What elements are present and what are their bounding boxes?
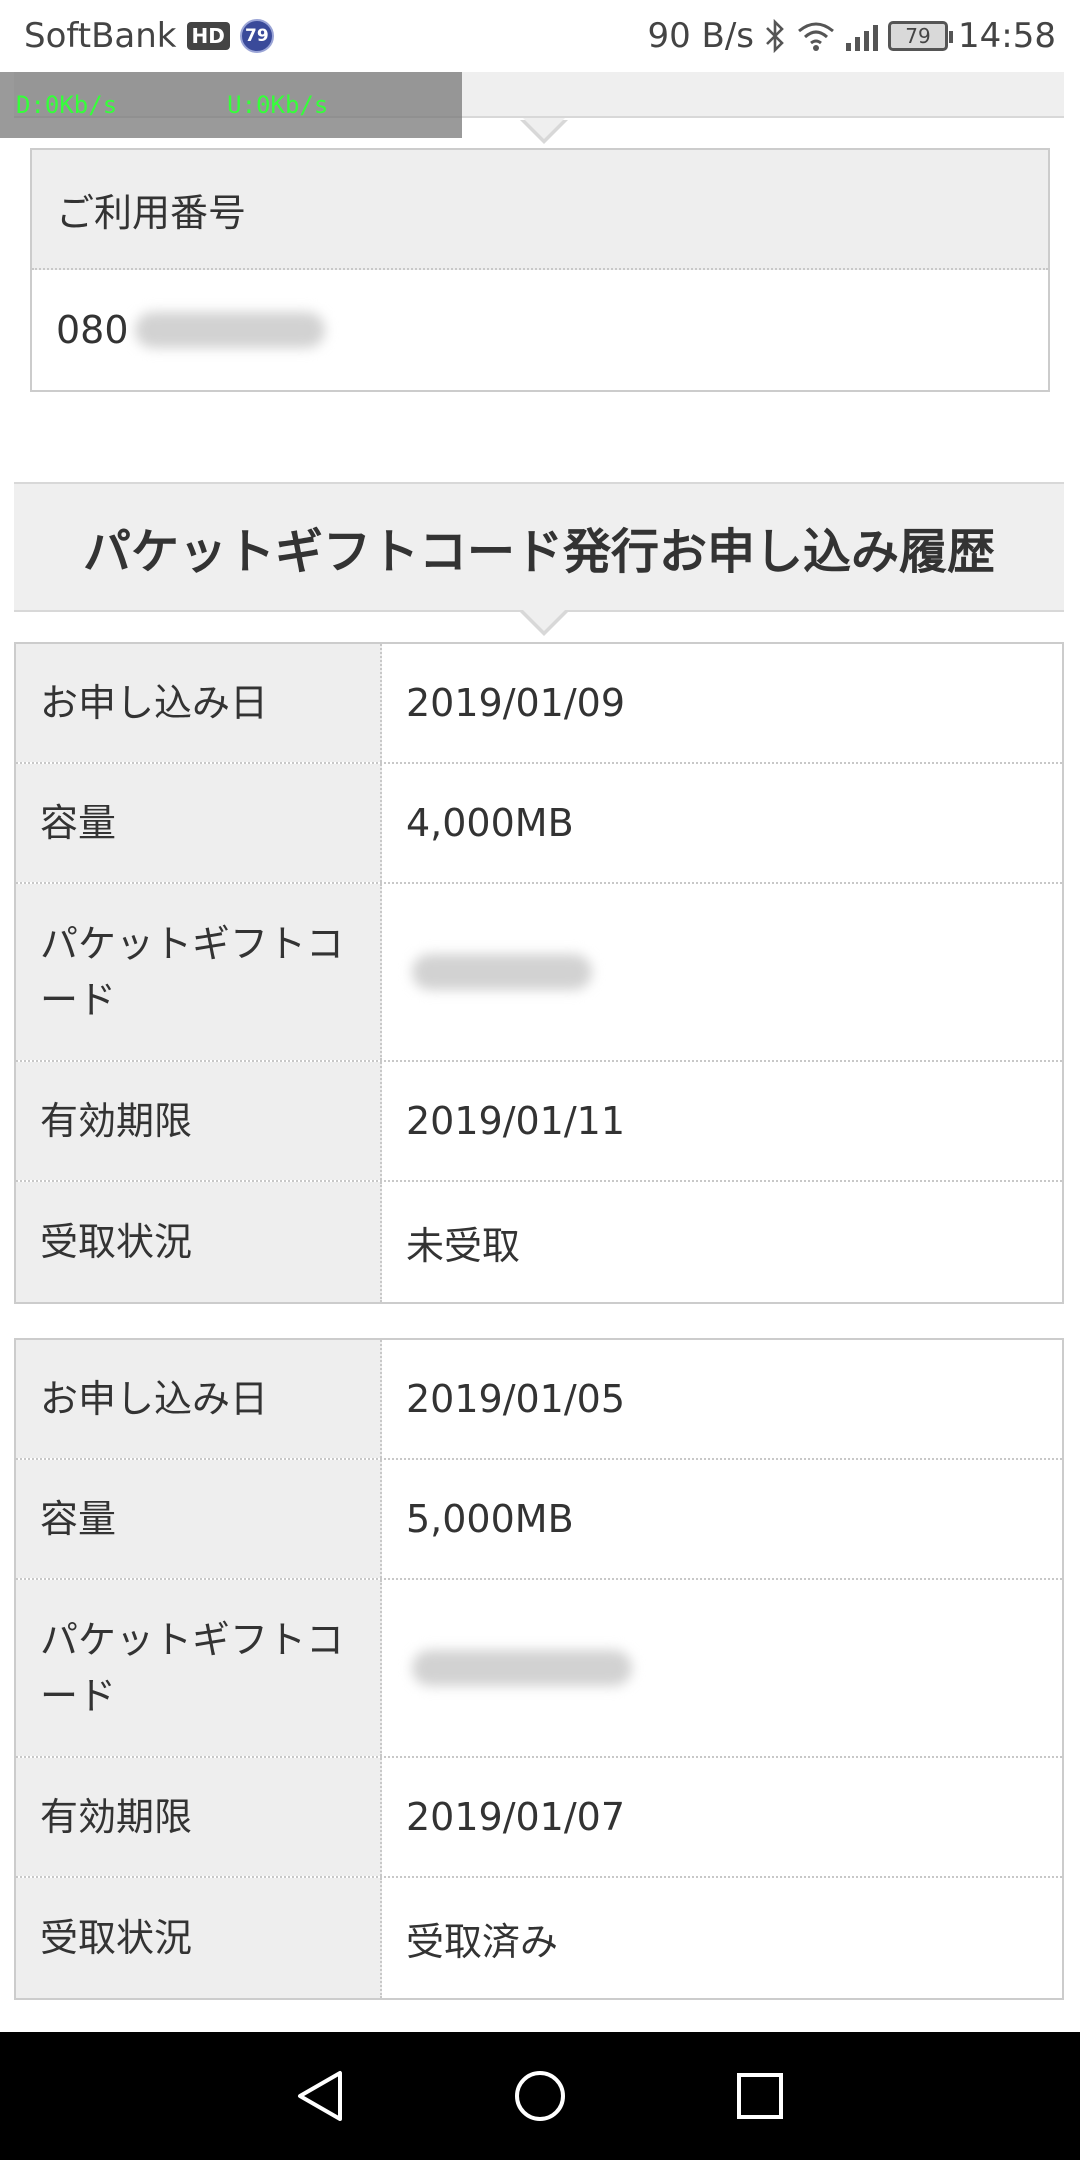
- phone-number-prefix: 080: [56, 308, 129, 352]
- redacted-gift-code: [412, 1650, 632, 1686]
- history-record: お申し込み日 2019/01/05 容量 5,000MB パケットギフトコード …: [14, 1338, 1064, 2000]
- row-label: 有効期限: [16, 1062, 382, 1180]
- battery-icon: 79: [888, 21, 954, 51]
- row-value: 2019/01/11: [406, 1099, 626, 1143]
- row-label: 容量: [16, 764, 382, 882]
- row-label: 受取状況: [16, 1878, 382, 1998]
- navigation-bar: [0, 2032, 1080, 2160]
- history-section-arrow: [520, 610, 568, 636]
- home-icon: [515, 2071, 565, 2121]
- back-button[interactable]: [288, 2064, 352, 2128]
- section-arrow: [520, 118, 568, 144]
- back-icon: [298, 2071, 342, 2121]
- status-right: 90 B/s 79 14:58: [647, 16, 1056, 56]
- row-label: パケットギフトコード: [16, 1580, 382, 1756]
- notification-badge: 79: [239, 19, 274, 53]
- row-value: 2019/01/05: [406, 1377, 626, 1421]
- usage-number-value: 080: [32, 270, 1048, 390]
- row-label: お申し込み日: [16, 644, 382, 762]
- row-value: 2019/01/07: [406, 1795, 626, 1839]
- signal-icon: [846, 21, 879, 51]
- redacted-gift-code: [412, 954, 592, 990]
- row-value: [382, 1580, 1062, 1756]
- usage-number-label: ご利用番号: [32, 150, 1048, 270]
- row-label: パケットギフトコード: [16, 884, 382, 1060]
- recents-button[interactable]: [728, 2064, 792, 2128]
- network-speed-overlay: D:0Kb/s U:0Kb/s: [0, 72, 462, 138]
- bluetooth-icon: [766, 19, 784, 53]
- recents-icon: [737, 2073, 783, 2119]
- row-value: [382, 884, 1062, 1060]
- net-speed: 90 B/s: [647, 16, 755, 56]
- row-label: お申し込み日: [16, 1340, 382, 1458]
- home-button[interactable]: [508, 2064, 572, 2128]
- table-row: お申し込み日 2019/01/05: [16, 1340, 1062, 1460]
- table-row: パケットギフトコード: [16, 884, 1062, 1062]
- row-value: 4,000MB: [406, 801, 574, 845]
- table-row: 有効期限 2019/01/11: [16, 1062, 1062, 1182]
- history-section-header: パケットギフトコード発行お申し込み履歴: [14, 482, 1064, 612]
- redacted-phone-number: [134, 312, 325, 348]
- row-value: 受取済み: [406, 1919, 559, 1964]
- history-title: パケットギフトコード発行お申し込み履歴: [82, 524, 995, 580]
- table-row: 受取状況 受取済み: [16, 1878, 1062, 1998]
- row-label: 有効期限: [16, 1758, 382, 1876]
- history-record: お申し込み日 2019/01/09 容量 4,000MB パケットギフトコード …: [14, 642, 1064, 1304]
- table-row: 容量 4,000MB: [16, 764, 1062, 884]
- row-label: 受取状況: [16, 1182, 382, 1302]
- row-label: 容量: [16, 1460, 382, 1578]
- upload-speed: U:0Kb/s: [227, 91, 329, 119]
- status-left: SoftBank HD 79: [24, 16, 274, 56]
- status-bar: SoftBank HD 79 90 B/s 79 14:58: [0, 0, 1080, 72]
- hd-badge: HD: [186, 22, 230, 50]
- battery-level: 79: [905, 24, 931, 48]
- page: SoftBank HD 79 90 B/s 79 14:58 D:0Kb/s U…: [0, 0, 1080, 2160]
- usage-number-box: ご利用番号 080: [30, 148, 1050, 392]
- carrier-name: SoftBank: [24, 16, 177, 56]
- table-row: 容量 5,000MB: [16, 1460, 1062, 1580]
- clock: 14:58: [958, 16, 1056, 56]
- row-value: 2019/01/09: [406, 681, 626, 725]
- table-row: パケットギフトコード: [16, 1580, 1062, 1758]
- table-row: お申し込み日 2019/01/09: [16, 644, 1062, 764]
- download-speed: D:0Kb/s: [16, 91, 118, 119]
- row-value: 5,000MB: [406, 1497, 574, 1541]
- table-row: 有効期限 2019/01/07: [16, 1758, 1062, 1878]
- row-value: 未受取: [406, 1223, 521, 1268]
- wifi-icon: [798, 22, 834, 51]
- table-row: 受取状況 未受取: [16, 1182, 1062, 1302]
